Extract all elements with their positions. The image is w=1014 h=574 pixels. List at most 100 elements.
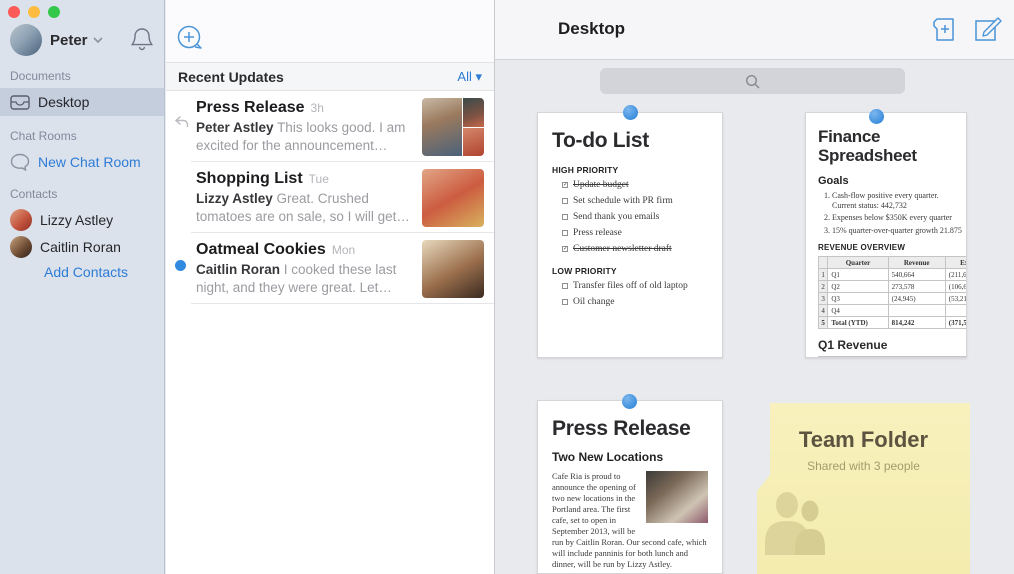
- todo-item: Press release: [562, 228, 708, 238]
- updates-header-title: Recent Updates: [178, 68, 284, 85]
- search-input[interactable]: [600, 68, 905, 94]
- table-row: 2Q2273,578(106,639): [817, 280, 966, 293]
- zoom-window-button[interactable]: [48, 6, 60, 18]
- todo-item: Oil change: [562, 297, 708, 307]
- checkbox-checked-icon: ✓: [562, 182, 569, 188]
- update-item-press-release[interactable]: Press Release 3h Peter Astley This looks…: [166, 91, 494, 161]
- sidebar: Peter Documents Desktop Chat Rooms New C…: [0, 0, 165, 574]
- folder-shared-label: Shared with 3 people: [807, 459, 920, 473]
- team-folder[interactable]: Team Folder Shared with 3 people: [757, 403, 970, 574]
- pin-dot-press: [622, 394, 637, 409]
- low-priority-list: Transfer files off of old laptop Oil cha…: [552, 281, 708, 307]
- document-press-release[interactable]: Press Release Two New Locations Cafe Ria…: [537, 400, 723, 574]
- update-time: Tue: [308, 172, 329, 186]
- doc-title: To-do List: [552, 129, 649, 152]
- press-subtitle: Two New Locations: [552, 450, 664, 464]
- document-todo-list[interactable]: To-do List HIGH PRIORITY ✓ Update budget …: [537, 112, 723, 358]
- updates-toolbar: [166, 0, 494, 62]
- update-time: 3h: [310, 101, 324, 115]
- checkbox-icon: [562, 198, 568, 204]
- compose-button[interactable]: [974, 16, 1002, 43]
- folder-title: Team Folder: [798, 427, 929, 452]
- chat-rooms-section-label: Chat Rooms: [10, 129, 77, 143]
- todo-item: Send thank you emails: [562, 212, 708, 222]
- q1-revenue-table: Store Revenue Salaries: [817, 356, 966, 357]
- revenue-table: Quarter Revenue Expenses 1Q1540,664(211,…: [817, 256, 966, 329]
- chat-bubble-icon: [10, 153, 30, 171]
- updates-filter-dropdown[interactable]: All ▾: [457, 69, 482, 85]
- add-contacts-link[interactable]: Add Contacts: [44, 264, 128, 280]
- pin-dot-todo: [623, 105, 638, 120]
- doc-title: Press Release: [552, 417, 691, 440]
- sidebar-contact-lizzy[interactable]: Lizzy Astley: [0, 206, 164, 234]
- pin-dot-finance: [869, 109, 884, 124]
- update-author: Lizzy Astley: [196, 191, 273, 206]
- update-title: Press Release: [196, 99, 305, 116]
- window-controls: [8, 6, 60, 18]
- desktop-toolbar: Desktop: [495, 0, 1014, 60]
- user-name: Peter: [50, 31, 88, 49]
- avatar: [10, 236, 32, 258]
- search-icon: [745, 74, 760, 88]
- avatar: [10, 24, 42, 56]
- todo-item: ✓ Update budget: [562, 180, 629, 190]
- table-row: 1Q1540,664(211,660): [817, 268, 966, 281]
- update-snippet: Caitlin Roran I cooked these last night,…: [196, 262, 397, 295]
- q1-revenue-label: Q1 Revenue: [818, 338, 888, 352]
- checkbox-icon: [562, 230, 568, 236]
- desktop-tray-icon: [10, 94, 30, 110]
- contacts-section-label: Contacts: [10, 187, 58, 201]
- notifications-bell-icon[interactable]: [130, 27, 154, 53]
- update-item-shopping-list[interactable]: Shopping List Tue Lizzy Astley Great. Cr…: [166, 162, 494, 232]
- document-finance-spreadsheet[interactable]: Finance Spreadsheet Goals Cash-flow posi…: [805, 112, 967, 358]
- recent-updates-panel: Recent Updates All ▾ Press Release 3h Pe…: [166, 0, 495, 574]
- todo-item: ✓ Customer newsletter draft: [562, 244, 672, 254]
- press-body: Cafe Ria is proud to announce the openin…: [552, 471, 708, 569]
- cafe-photo: [646, 471, 708, 523]
- high-priority-label: HIGH PRIORITY: [552, 165, 619, 175]
- table-row: 3Q3(24,945)(53,211): [817, 292, 966, 305]
- low-priority-label: LOW PRIORITY: [552, 266, 617, 276]
- documents-section-label: Documents: [10, 69, 71, 83]
- minimize-window-button[interactable]: [28, 6, 40, 18]
- table-row: 4 Q4: [817, 304, 966, 317]
- checkbox-icon: [562, 283, 568, 289]
- updates-header: Recent Updates All ▾: [166, 62, 494, 91]
- sidebar-item-desktop[interactable]: Desktop: [0, 88, 164, 116]
- contact-name: Lizzy Astley: [40, 212, 114, 228]
- checkbox-icon: [562, 299, 568, 305]
- chevron-down-icon: [92, 36, 103, 44]
- update-snippet: Lizzy Astley Great. Crushed tomatoes are…: [196, 191, 397, 224]
- update-author: Caitlin Roran: [196, 262, 281, 277]
- desktop-panel: Desktop To-do List HIGH PRIORITY ✓ Update…: [495, 0, 1014, 574]
- sidebar-item-label: Desktop: [38, 94, 90, 110]
- update-author: Peter Astley: [196, 120, 274, 135]
- doc-title: Finance Spreadsheet: [818, 127, 917, 165]
- user-menu[interactable]: Peter: [10, 22, 154, 58]
- page-title: Desktop: [558, 19, 626, 38]
- update-title: Shopping List: [196, 170, 303, 187]
- revenue-overview-label: REVENUE OVERVIEW: [818, 243, 906, 252]
- checkbox-icon: [562, 214, 568, 220]
- avatar: [10, 209, 32, 231]
- new-document-bubble-button[interactable]: [176, 25, 204, 52]
- avatar: [422, 169, 484, 227]
- people-icon: [757, 491, 970, 555]
- update-snippet: Peter Astley This looks good. I am excit…: [196, 120, 406, 153]
- update-item-oatmeal-cookies[interactable]: Oatmeal Cookies Mon Caitlin Roran I cook…: [166, 233, 494, 303]
- divider: [191, 303, 494, 304]
- checkbox-checked-icon: ✓: [562, 246, 569, 252]
- sidebar-item-label: New Chat Room: [38, 154, 141, 170]
- goals-list: Cash-flow positive every quarter. Curren…: [832, 191, 966, 235]
- todo-item: Set schedule with PR firm: [562, 196, 708, 206]
- high-priority-list: ✓ Update budget Set schedule with PR firm…: [552, 180, 708, 254]
- new-folder-button[interactable]: [929, 16, 956, 43]
- todo-item: Transfer files off of old laptop: [562, 281, 708, 291]
- goals-label: Goals: [818, 175, 849, 187]
- sidebar-item-new-chat-room[interactable]: New Chat Room: [0, 148, 164, 176]
- avatar: [422, 240, 484, 298]
- update-title: Oatmeal Cookies: [196, 241, 326, 258]
- close-window-button[interactable]: [8, 6, 20, 18]
- sidebar-contact-caitlin[interactable]: Caitlin Roran: [0, 233, 164, 261]
- update-time: Mon: [331, 243, 356, 257]
